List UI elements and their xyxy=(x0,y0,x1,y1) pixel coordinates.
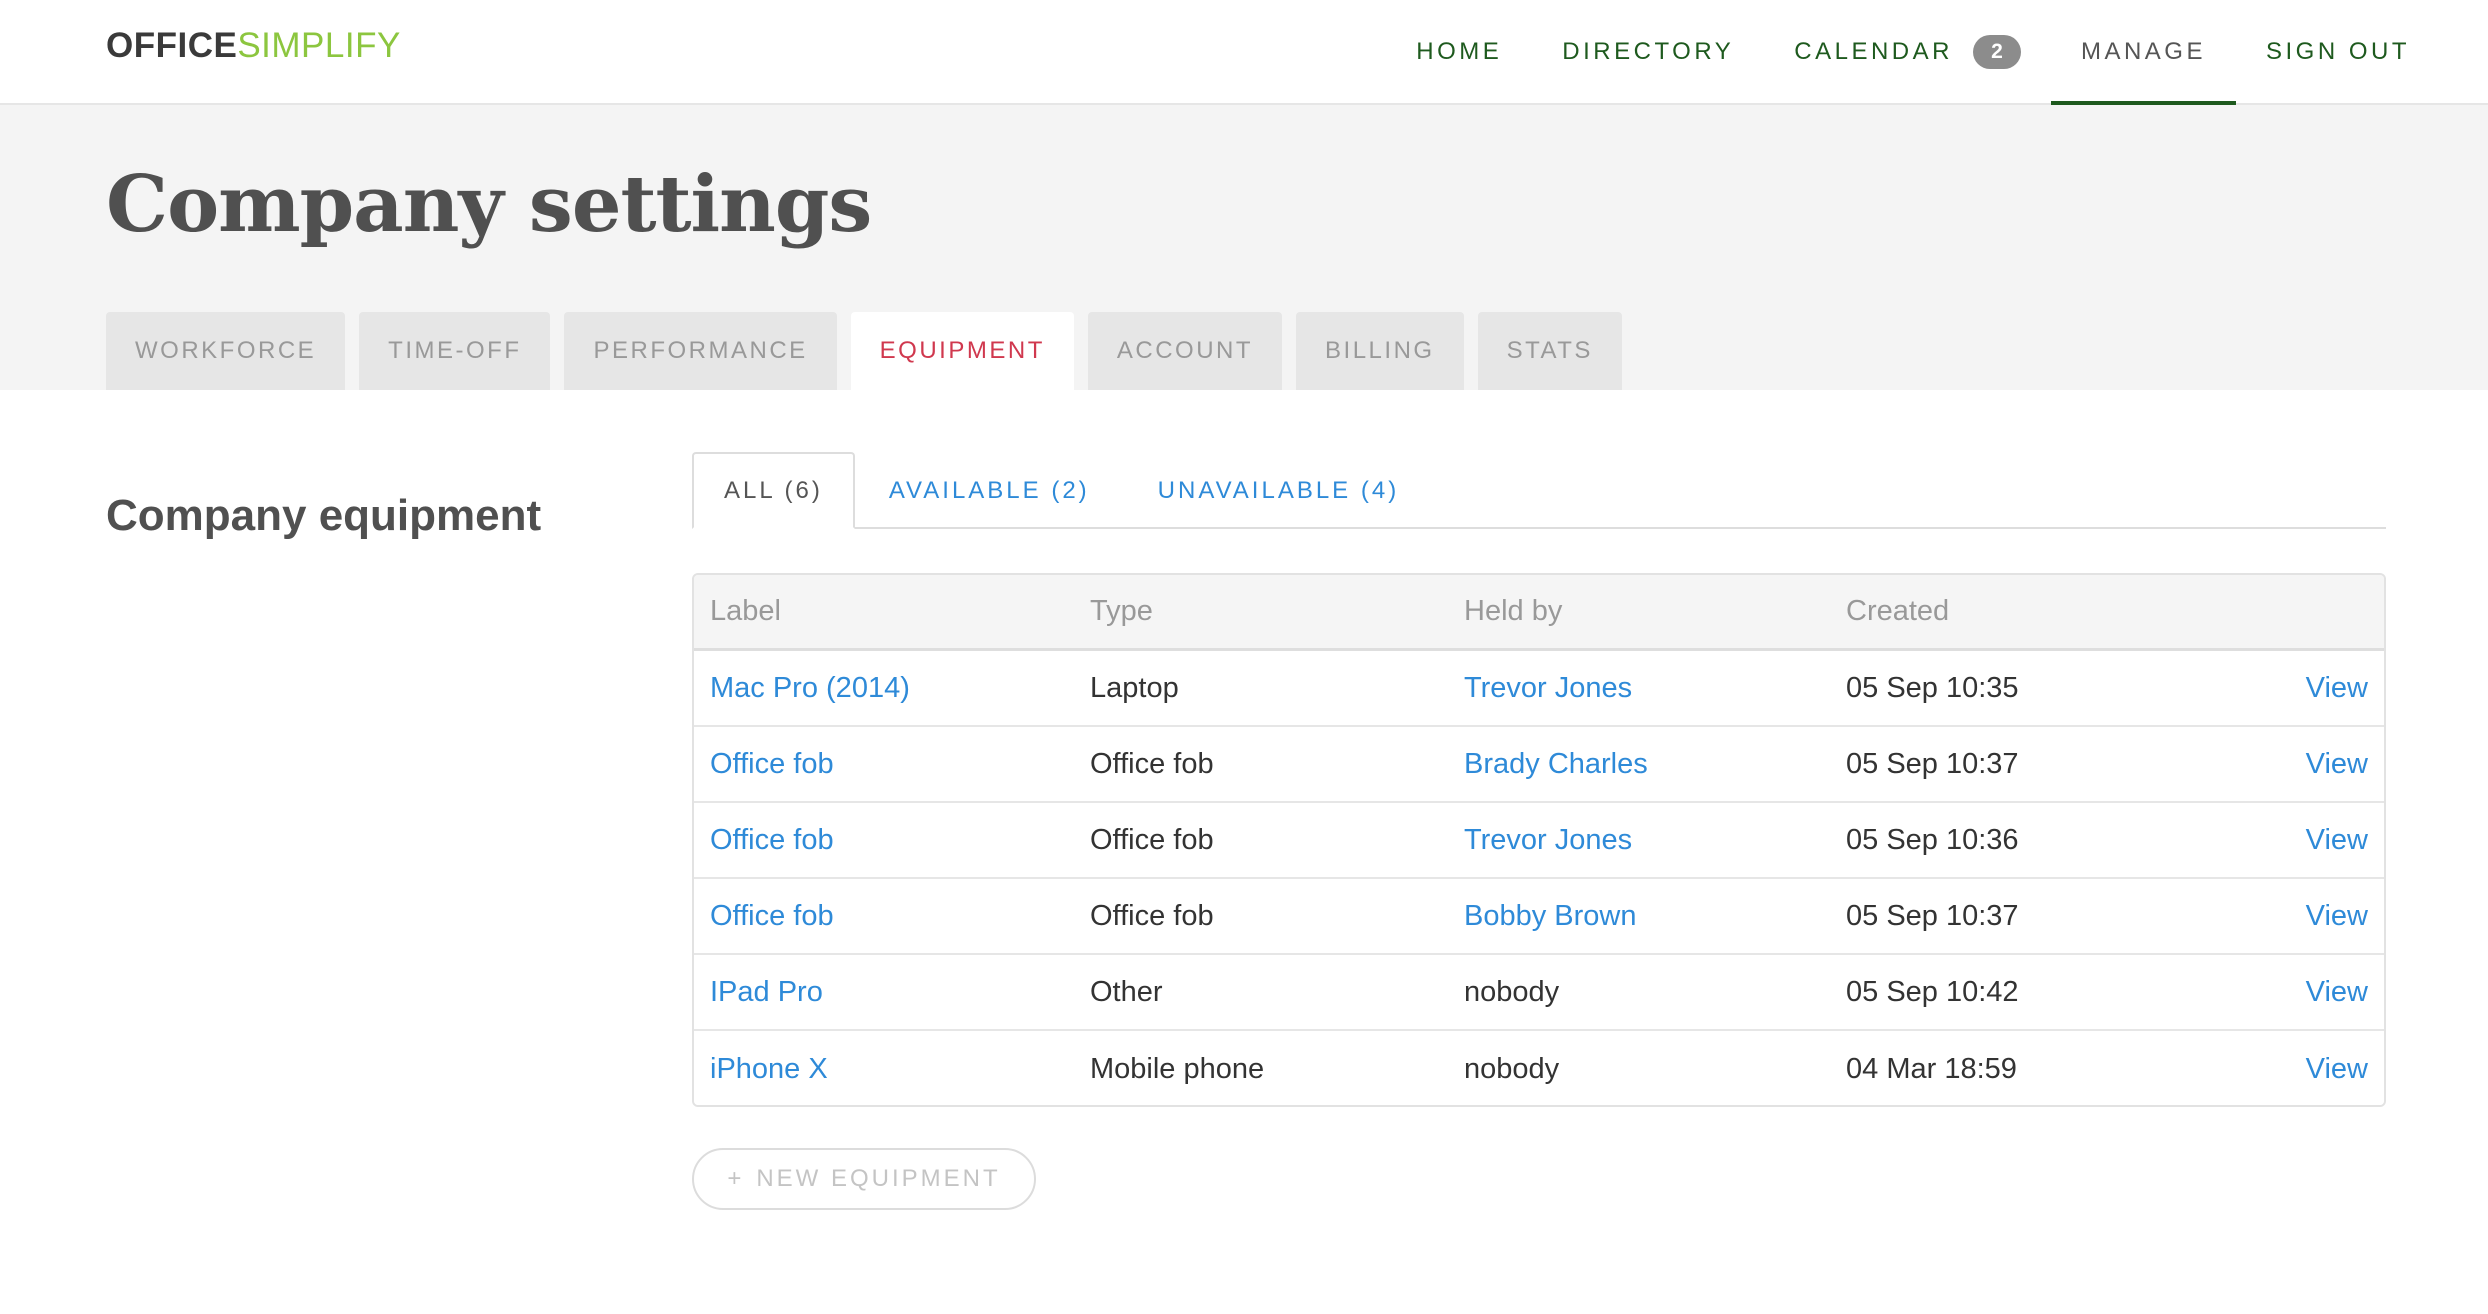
new-equipment-button[interactable]: + NEW EQUIPMENT xyxy=(692,1148,1036,1210)
column-header-label: Label xyxy=(710,595,781,627)
nav-directory-label: DIRECTORY xyxy=(1562,37,1735,65)
table-row: iPhone X Mobile phone nobody 04 Mar 18:5… xyxy=(694,1031,2384,1105)
created-date: 05 Sep 10:36 xyxy=(1846,823,2019,856)
page-title: Company settings xyxy=(106,159,872,250)
settings-tabs: WORKFORCE TIME-OFF PERFORMANCE EQUIPMENT… xyxy=(106,312,1636,390)
holder-text: nobody xyxy=(1464,1052,1560,1085)
equipment-label-link[interactable]: Mac Pro (2014) xyxy=(694,672,1090,705)
view-link[interactable]: View xyxy=(2246,1053,2384,1086)
equipment-type: Office fob xyxy=(1090,747,1214,780)
equipment-type: Office fob xyxy=(1090,899,1214,932)
table-header-row: Label Type Held by Created xyxy=(694,575,2384,651)
settings-tab-time-off[interactable]: TIME-OFF xyxy=(359,312,551,390)
table-row: Mac Pro (2014) Laptop Trevor Jones 05 Se… xyxy=(694,651,2384,727)
created-date: 05 Sep 10:37 xyxy=(1846,747,2019,780)
filter-tab-available[interactable]: AVAILABLE (2) xyxy=(855,452,1124,529)
main-nav: HOME DIRECTORY CALENDAR 2 MANAGE SIGN OU… xyxy=(1386,0,2488,105)
created-date: 05 Sep 10:37 xyxy=(1846,899,2019,932)
settings-tab-billing[interactable]: BILLING xyxy=(1296,312,1464,390)
nav-right-padding xyxy=(2440,0,2488,105)
equipment-type: Office fob xyxy=(1090,823,1214,856)
nav-sign-out-label: SIGN OUT xyxy=(2265,37,2410,65)
equipment-type: Laptop xyxy=(1090,671,1179,704)
view-link[interactable]: View xyxy=(2246,748,2384,781)
nav-sign-out[interactable]: SIGN OUT xyxy=(2236,0,2440,103)
equipment-type: Other xyxy=(1090,975,1163,1008)
holder-link[interactable]: Brady Charles xyxy=(1464,748,1846,781)
brand-logo[interactable]: OFFICE SIMPLIFY xyxy=(106,26,401,66)
nav-manage[interactable]: MANAGE xyxy=(2050,0,2237,105)
holder-link[interactable]: Trevor Jones xyxy=(1464,672,1846,705)
nav-home-label: HOME xyxy=(1416,37,1503,65)
settings-tab-equipment[interactable]: EQUIPMENT xyxy=(850,312,1074,390)
settings-tab-stats[interactable]: STATS xyxy=(1477,312,1622,390)
nav-calendar[interactable]: CALENDAR 2 xyxy=(1764,0,2051,103)
column-header-created: Created xyxy=(1846,595,1950,627)
equipment-table: Label Type Held by Created Mac Pro (2014… xyxy=(692,573,2386,1107)
view-link[interactable]: View xyxy=(2246,824,2384,857)
plus-icon: + xyxy=(727,1165,745,1192)
brand-logo-part1: OFFICE xyxy=(106,26,238,65)
nav-calendar-label: CALENDAR xyxy=(1794,37,1953,65)
nav-manage-label: MANAGE xyxy=(2080,37,2206,65)
column-header-held-by: Held by xyxy=(1464,595,1563,627)
created-date: 05 Sep 10:42 xyxy=(1846,975,2019,1008)
view-link[interactable]: View xyxy=(2246,976,2384,1009)
holder-text: nobody xyxy=(1464,975,1560,1008)
section-title: Company equipment xyxy=(106,491,542,540)
settings-tab-performance[interactable]: PERFORMANCE xyxy=(564,312,837,390)
equipment-label-link[interactable]: Office fob xyxy=(694,824,1090,857)
table-row: IPad Pro Other nobody 05 Sep 10:42 View xyxy=(694,955,2384,1031)
nav-directory[interactable]: DIRECTORY xyxy=(1532,0,1764,103)
equipment-filter-tabs: ALL (6) AVAILABLE (2) UNAVAILABLE (4) xyxy=(692,452,2386,529)
settings-tab-account[interactable]: ACCOUNT xyxy=(1087,312,1283,390)
settings-tab-workforce[interactable]: WORKFORCE xyxy=(106,312,346,390)
equipment-label-link[interactable]: Office fob xyxy=(694,900,1090,933)
view-link[interactable]: View xyxy=(2246,900,2384,933)
column-header-type: Type xyxy=(1090,595,1153,627)
table-row: Office fob Office fob Bobby Brown 05 Sep… xyxy=(694,879,2384,955)
equipment-label-link[interactable]: iPhone X xyxy=(694,1053,1090,1086)
equipment-type: Mobile phone xyxy=(1090,1052,1265,1085)
calendar-count-badge: 2 xyxy=(1972,34,2021,69)
new-equipment-label: NEW EQUIPMENT xyxy=(756,1165,1001,1192)
table-row: Office fob Office fob Brady Charles 05 S… xyxy=(694,727,2384,803)
view-link[interactable]: View xyxy=(2246,672,2384,705)
holder-link[interactable]: Bobby Brown xyxy=(1464,900,1846,933)
holder-link[interactable]: Trevor Jones xyxy=(1464,824,1846,857)
filter-tab-all[interactable]: ALL (6) xyxy=(692,452,855,529)
created-date: 05 Sep 10:35 xyxy=(1846,671,2019,704)
table-row: Office fob Office fob Trevor Jones 05 Se… xyxy=(694,803,2384,879)
nav-home[interactable]: HOME xyxy=(1386,0,1532,103)
settings-header: Company settings WORKFORCE TIME-OFF PERF… xyxy=(0,105,2488,390)
equipment-label-link[interactable]: Office fob xyxy=(694,748,1090,781)
created-date: 04 Mar 18:59 xyxy=(1846,1052,2017,1085)
top-bar: OFFICE SIMPLIFY HOME DIRECTORY CALENDAR 2… xyxy=(0,0,2488,105)
equipment-label-link[interactable]: IPad Pro xyxy=(694,976,1090,1009)
brand-logo-part2: SIMPLIFY xyxy=(237,26,401,65)
filter-tab-unavailable[interactable]: UNAVAILABLE (4) xyxy=(1124,452,1434,529)
